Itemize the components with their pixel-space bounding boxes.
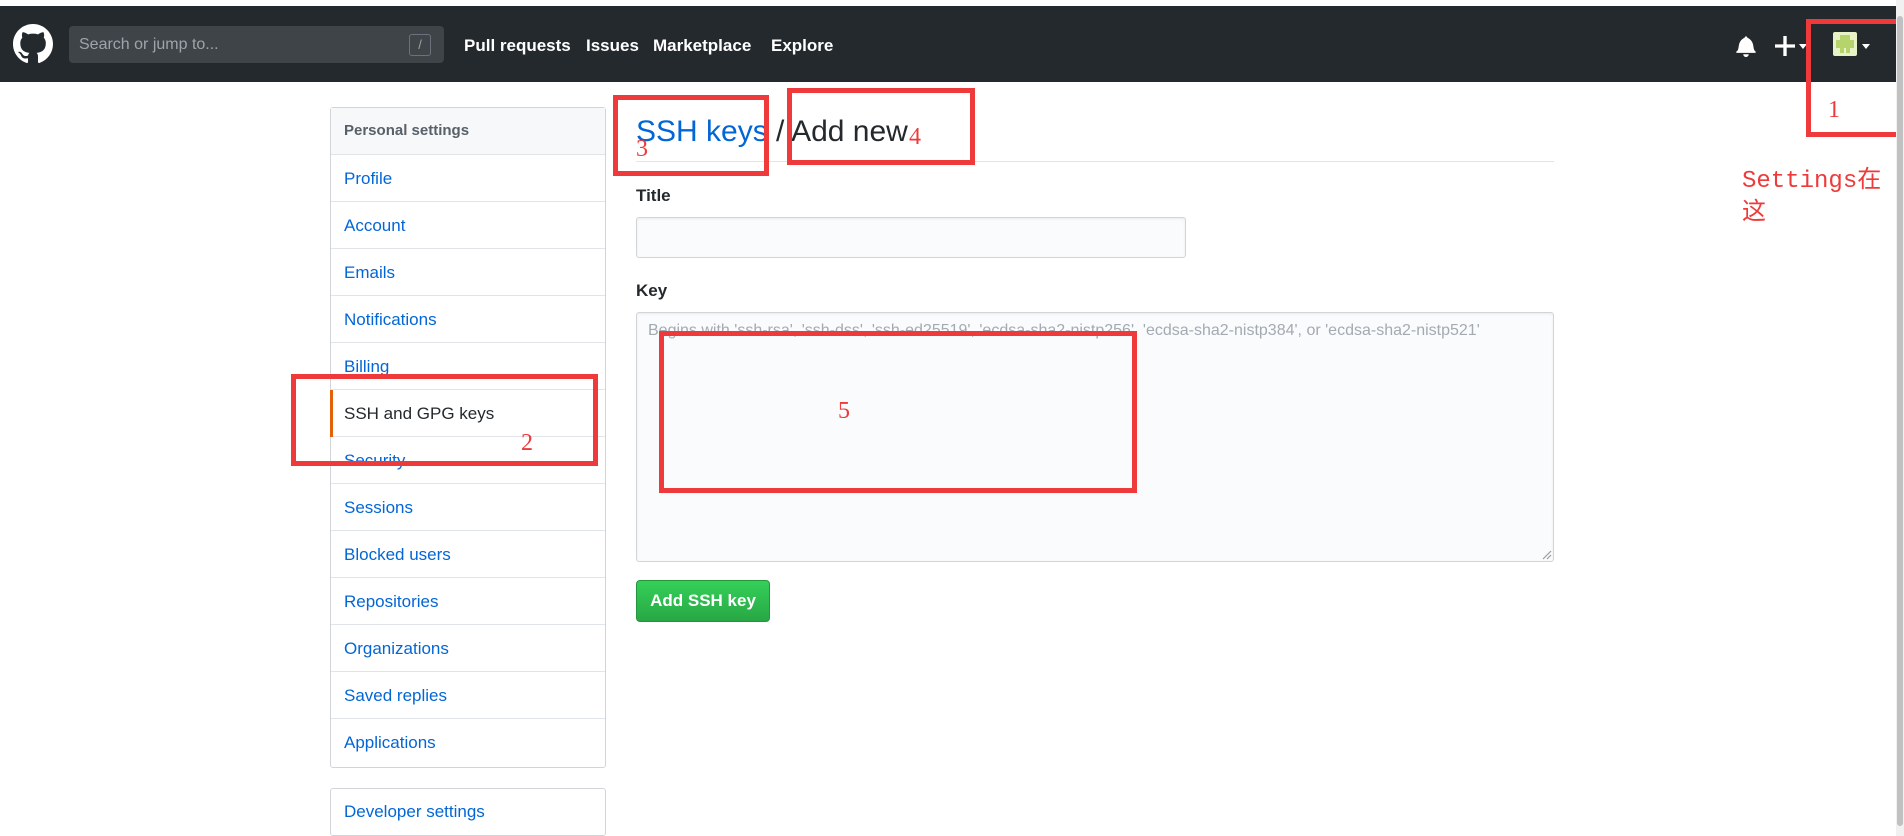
plus-icon bbox=[1775, 36, 1795, 56]
sidebar-item-applications[interactable]: Applications bbox=[331, 719, 605, 765]
scrollbar-thumb[interactable] bbox=[1897, 16, 1903, 826]
annotation-box-2 bbox=[291, 374, 598, 466]
annotation-note: Settings在这 bbox=[1742, 168, 1882, 227]
annotation-box-1 bbox=[1806, 19, 1904, 137]
sidebar-heading: Personal settings bbox=[331, 108, 605, 155]
sidebar-item-blocked-users[interactable]: Blocked users bbox=[331, 531, 605, 578]
sidebar-item-sessions[interactable]: Sessions bbox=[331, 484, 605, 531]
sidebar-item-account[interactable]: Account bbox=[331, 202, 605, 249]
annotation-number-4: 4 bbox=[909, 124, 921, 150]
heading-divider bbox=[636, 161, 1554, 162]
github-logo-icon[interactable] bbox=[13, 24, 53, 64]
bell-icon[interactable] bbox=[1736, 35, 1756, 57]
nav-issues[interactable]: Issues bbox=[586, 36, 639, 56]
sidebar-item-organizations[interactable]: Organizations bbox=[331, 625, 605, 672]
header-bar: / Pull requests Issues Marketplace Explo… bbox=[0, 6, 1896, 82]
search-box: / bbox=[69, 26, 444, 63]
search-input[interactable] bbox=[69, 26, 399, 63]
title-input[interactable] bbox=[636, 217, 1186, 258]
nav-explore[interactable]: Explore bbox=[771, 36, 833, 56]
annotation-number-3: 3 bbox=[636, 136, 648, 162]
nav-marketplace[interactable]: Marketplace bbox=[653, 36, 751, 56]
annotation-box-4 bbox=[787, 88, 975, 165]
page: / Pull requests Issues Marketplace Explo… bbox=[0, 0, 1904, 836]
add-ssh-key-button[interactable]: Add SSH key bbox=[636, 580, 770, 622]
nav-pull-requests[interactable]: Pull requests bbox=[464, 36, 571, 56]
annotation-number-2: 2 bbox=[521, 430, 533, 456]
sidebar-item-profile[interactable]: Profile bbox=[331, 155, 605, 202]
annotation-number-1: 1 bbox=[1828, 97, 1840, 123]
sidebar-item-saved-replies[interactable]: Saved replies bbox=[331, 672, 605, 719]
annotation-number-5: 5 bbox=[838, 398, 850, 424]
search-shortcut-key: / bbox=[409, 34, 431, 56]
sidebar-item-repositories[interactable]: Repositories bbox=[331, 578, 605, 625]
sidebar-item-notifications[interactable]: Notifications bbox=[331, 296, 605, 343]
title-label: Title bbox=[636, 186, 671, 205]
sidebar-item-developer-settings[interactable]: Developer settings bbox=[330, 788, 606, 836]
annotation-box-5 bbox=[659, 331, 1137, 493]
resize-grip-icon[interactable] bbox=[1540, 548, 1552, 560]
sidebar-item-emails[interactable]: Emails bbox=[331, 249, 605, 296]
key-label: Key bbox=[636, 281, 668, 300]
